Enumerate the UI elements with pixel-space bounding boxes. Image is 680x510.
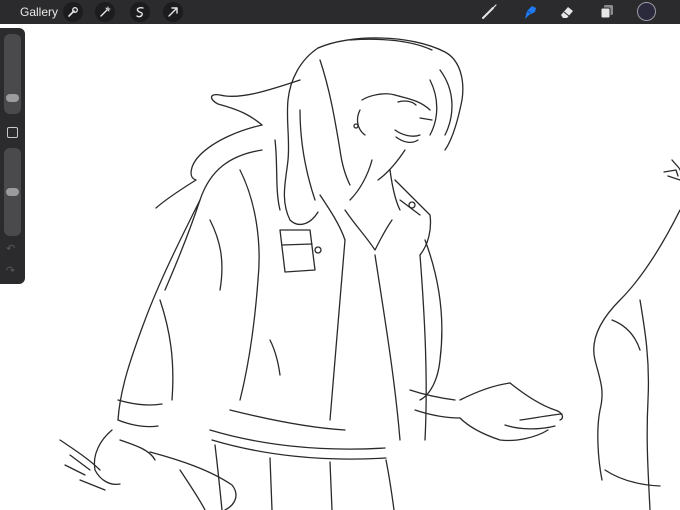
layers-icon[interactable] xyxy=(598,3,616,21)
gallery-button[interactable]: Gallery xyxy=(20,5,58,19)
undo-icon[interactable]: ↶ xyxy=(6,244,15,255)
top-toolbar: Gallery xyxy=(0,0,680,24)
brush-size-slider[interactable] xyxy=(4,34,21,114)
modify-button[interactable] xyxy=(7,127,18,138)
redo-icon[interactable]: ↷ xyxy=(6,266,15,277)
selection-icon[interactable] xyxy=(130,2,150,22)
smudge-icon[interactable] xyxy=(521,3,539,21)
opacity-slider[interactable] xyxy=(4,148,21,236)
color-picker-swatch[interactable] xyxy=(637,2,656,21)
magic-wand-icon[interactable] xyxy=(95,2,115,22)
opacity-thumb[interactable] xyxy=(6,188,19,196)
brush-icon[interactable] xyxy=(480,3,498,21)
wrench-icon[interactable] xyxy=(63,2,83,22)
transform-arrow-icon[interactable] xyxy=(163,2,183,22)
sketch-artwork xyxy=(59,37,680,510)
eraser-icon[interactable] xyxy=(558,3,576,21)
brush-size-thumb[interactable] xyxy=(6,94,19,102)
drawing-canvas[interactable] xyxy=(0,24,680,510)
left-sidebar: ↶ ↷ xyxy=(0,28,25,284)
